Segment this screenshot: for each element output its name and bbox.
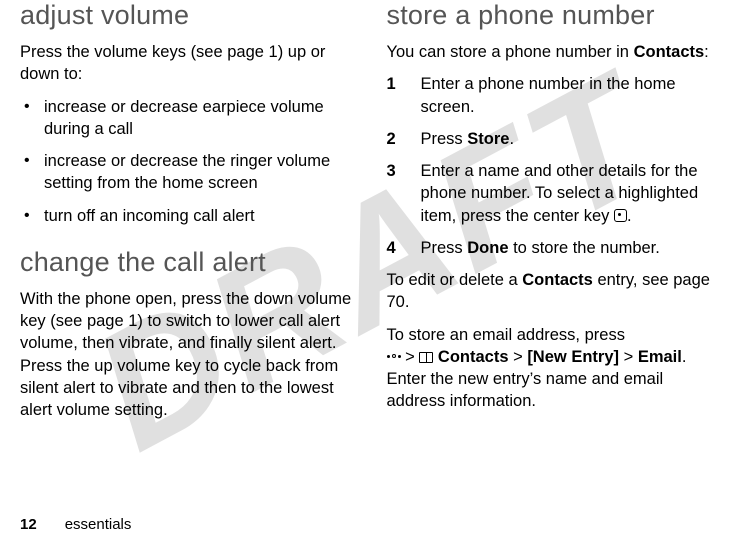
heading-change-call-alert: change the call alert xyxy=(20,247,359,278)
list-item: increase or decrease the ringer volume s… xyxy=(20,150,359,195)
heading-adjust-volume: adjust volume xyxy=(20,0,359,31)
new-entry-label: [New Entry] xyxy=(527,348,619,366)
text: > xyxy=(401,348,420,366)
change-call-alert-body: With the phone open, press the down volu… xyxy=(20,288,359,422)
page-footer: 12 essentials xyxy=(20,516,131,533)
edit-delete-note: To edit or delete a Contacts entry, see … xyxy=(387,269,726,314)
list-item: 2 Press Store. xyxy=(387,128,726,150)
text: To store an email address, press xyxy=(387,326,625,344)
contacts-label: Contacts xyxy=(522,271,593,289)
text: You can store a phone number in xyxy=(387,43,634,61)
step-text: Press xyxy=(421,130,468,148)
list-item: 1 Enter a phone number in the home scree… xyxy=(387,73,726,118)
section-name: essentials xyxy=(65,516,132,533)
contacts-label: Contacts xyxy=(634,43,705,61)
adjust-volume-list: increase or decrease earpiece volume dur… xyxy=(20,96,359,227)
right-column: store a phone number You can store a pho… xyxy=(387,0,726,431)
step-number: 1 xyxy=(387,73,396,95)
text: . xyxy=(627,207,632,225)
step-text: Press xyxy=(421,239,468,257)
text: : xyxy=(704,43,709,61)
store-label: Store xyxy=(467,130,509,148)
page-content: adjust volume Press the volume keys (see… xyxy=(0,0,745,431)
text: . xyxy=(509,130,514,148)
store-intro: You can store a phone number in Contacts… xyxy=(387,41,726,63)
list-item: 4 Press Done to store the number. xyxy=(387,237,726,259)
text: > xyxy=(619,348,638,366)
text: To edit or delete a xyxy=(387,271,523,289)
adjust-volume-intro: Press the volume keys (see page 1) up or… xyxy=(20,41,359,86)
step-text: Enter a name and other details for the p… xyxy=(421,162,699,225)
menu-key-icon xyxy=(387,351,401,363)
text: to store the number. xyxy=(509,239,660,257)
list-item: turn off an incoming call alert xyxy=(20,205,359,227)
step-number: 2 xyxy=(387,128,396,150)
email-label: Email xyxy=(638,348,682,366)
page-number: 12 xyxy=(20,516,37,533)
store-steps: 1 Enter a phone number in the home scree… xyxy=(387,73,726,259)
list-item: increase or decrease earpiece volume dur… xyxy=(20,96,359,141)
contacts-icon xyxy=(419,352,433,363)
done-label: Done xyxy=(467,239,508,257)
contacts-label: Contacts xyxy=(438,348,509,366)
center-key-icon xyxy=(614,209,627,222)
step-number: 3 xyxy=(387,160,396,182)
list-item: 3 Enter a name and other details for the… xyxy=(387,160,726,227)
text: > xyxy=(509,348,528,366)
store-email-note: To store an email address, press > Conta… xyxy=(387,324,726,413)
step-text: Enter a phone number in the home screen. xyxy=(421,75,676,115)
step-number: 4 xyxy=(387,237,396,259)
heading-store-phone-number: store a phone number xyxy=(387,0,726,31)
left-column: adjust volume Press the volume keys (see… xyxy=(20,0,359,431)
